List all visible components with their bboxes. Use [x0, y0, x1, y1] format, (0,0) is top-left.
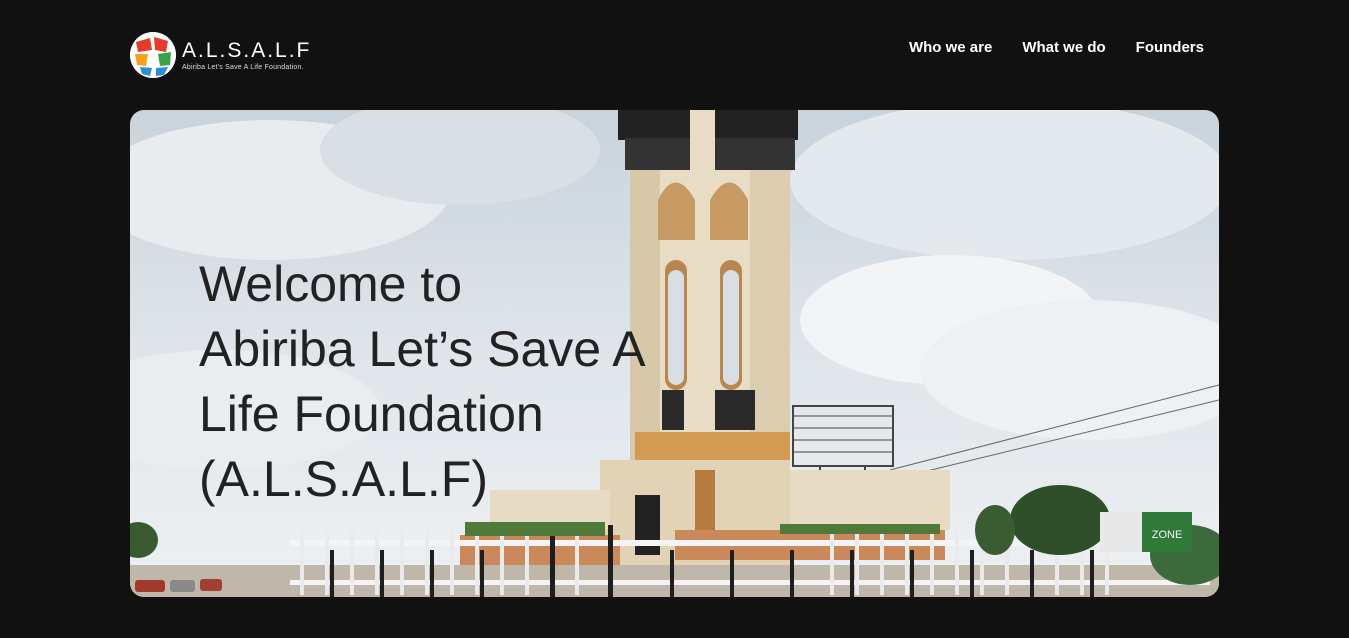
site-header: A.L.S.A.L.F Abiriba Let’s Save A Life Fo…	[130, 30, 1219, 80]
hero-title: Welcome to Abiriba Let’s Save A Life Fou…	[199, 256, 646, 507]
brand-name: A.L.S.A.L.F	[182, 38, 312, 62]
brand[interactable]: A.L.S.A.L.F Abiriba Let’s Save A Life Fo…	[130, 32, 311, 78]
main-nav: Who we are What we do Founders	[909, 39, 1204, 56]
brand-tagline: Abiriba Let’s Save A Life Foundation.	[182, 63, 304, 71]
nav-what-we-do[interactable]: What we do	[1022, 39, 1105, 56]
logo-icon	[130, 32, 176, 78]
nav-who-we-are[interactable]: Who we are	[909, 39, 992, 56]
billboard-text: ZONE	[1152, 529, 1183, 541]
hero-banner: ZONE Welcome to Abiriba Let’s Save A Lif…	[130, 110, 1219, 597]
nav-founders[interactable]: Founders	[1136, 39, 1204, 56]
